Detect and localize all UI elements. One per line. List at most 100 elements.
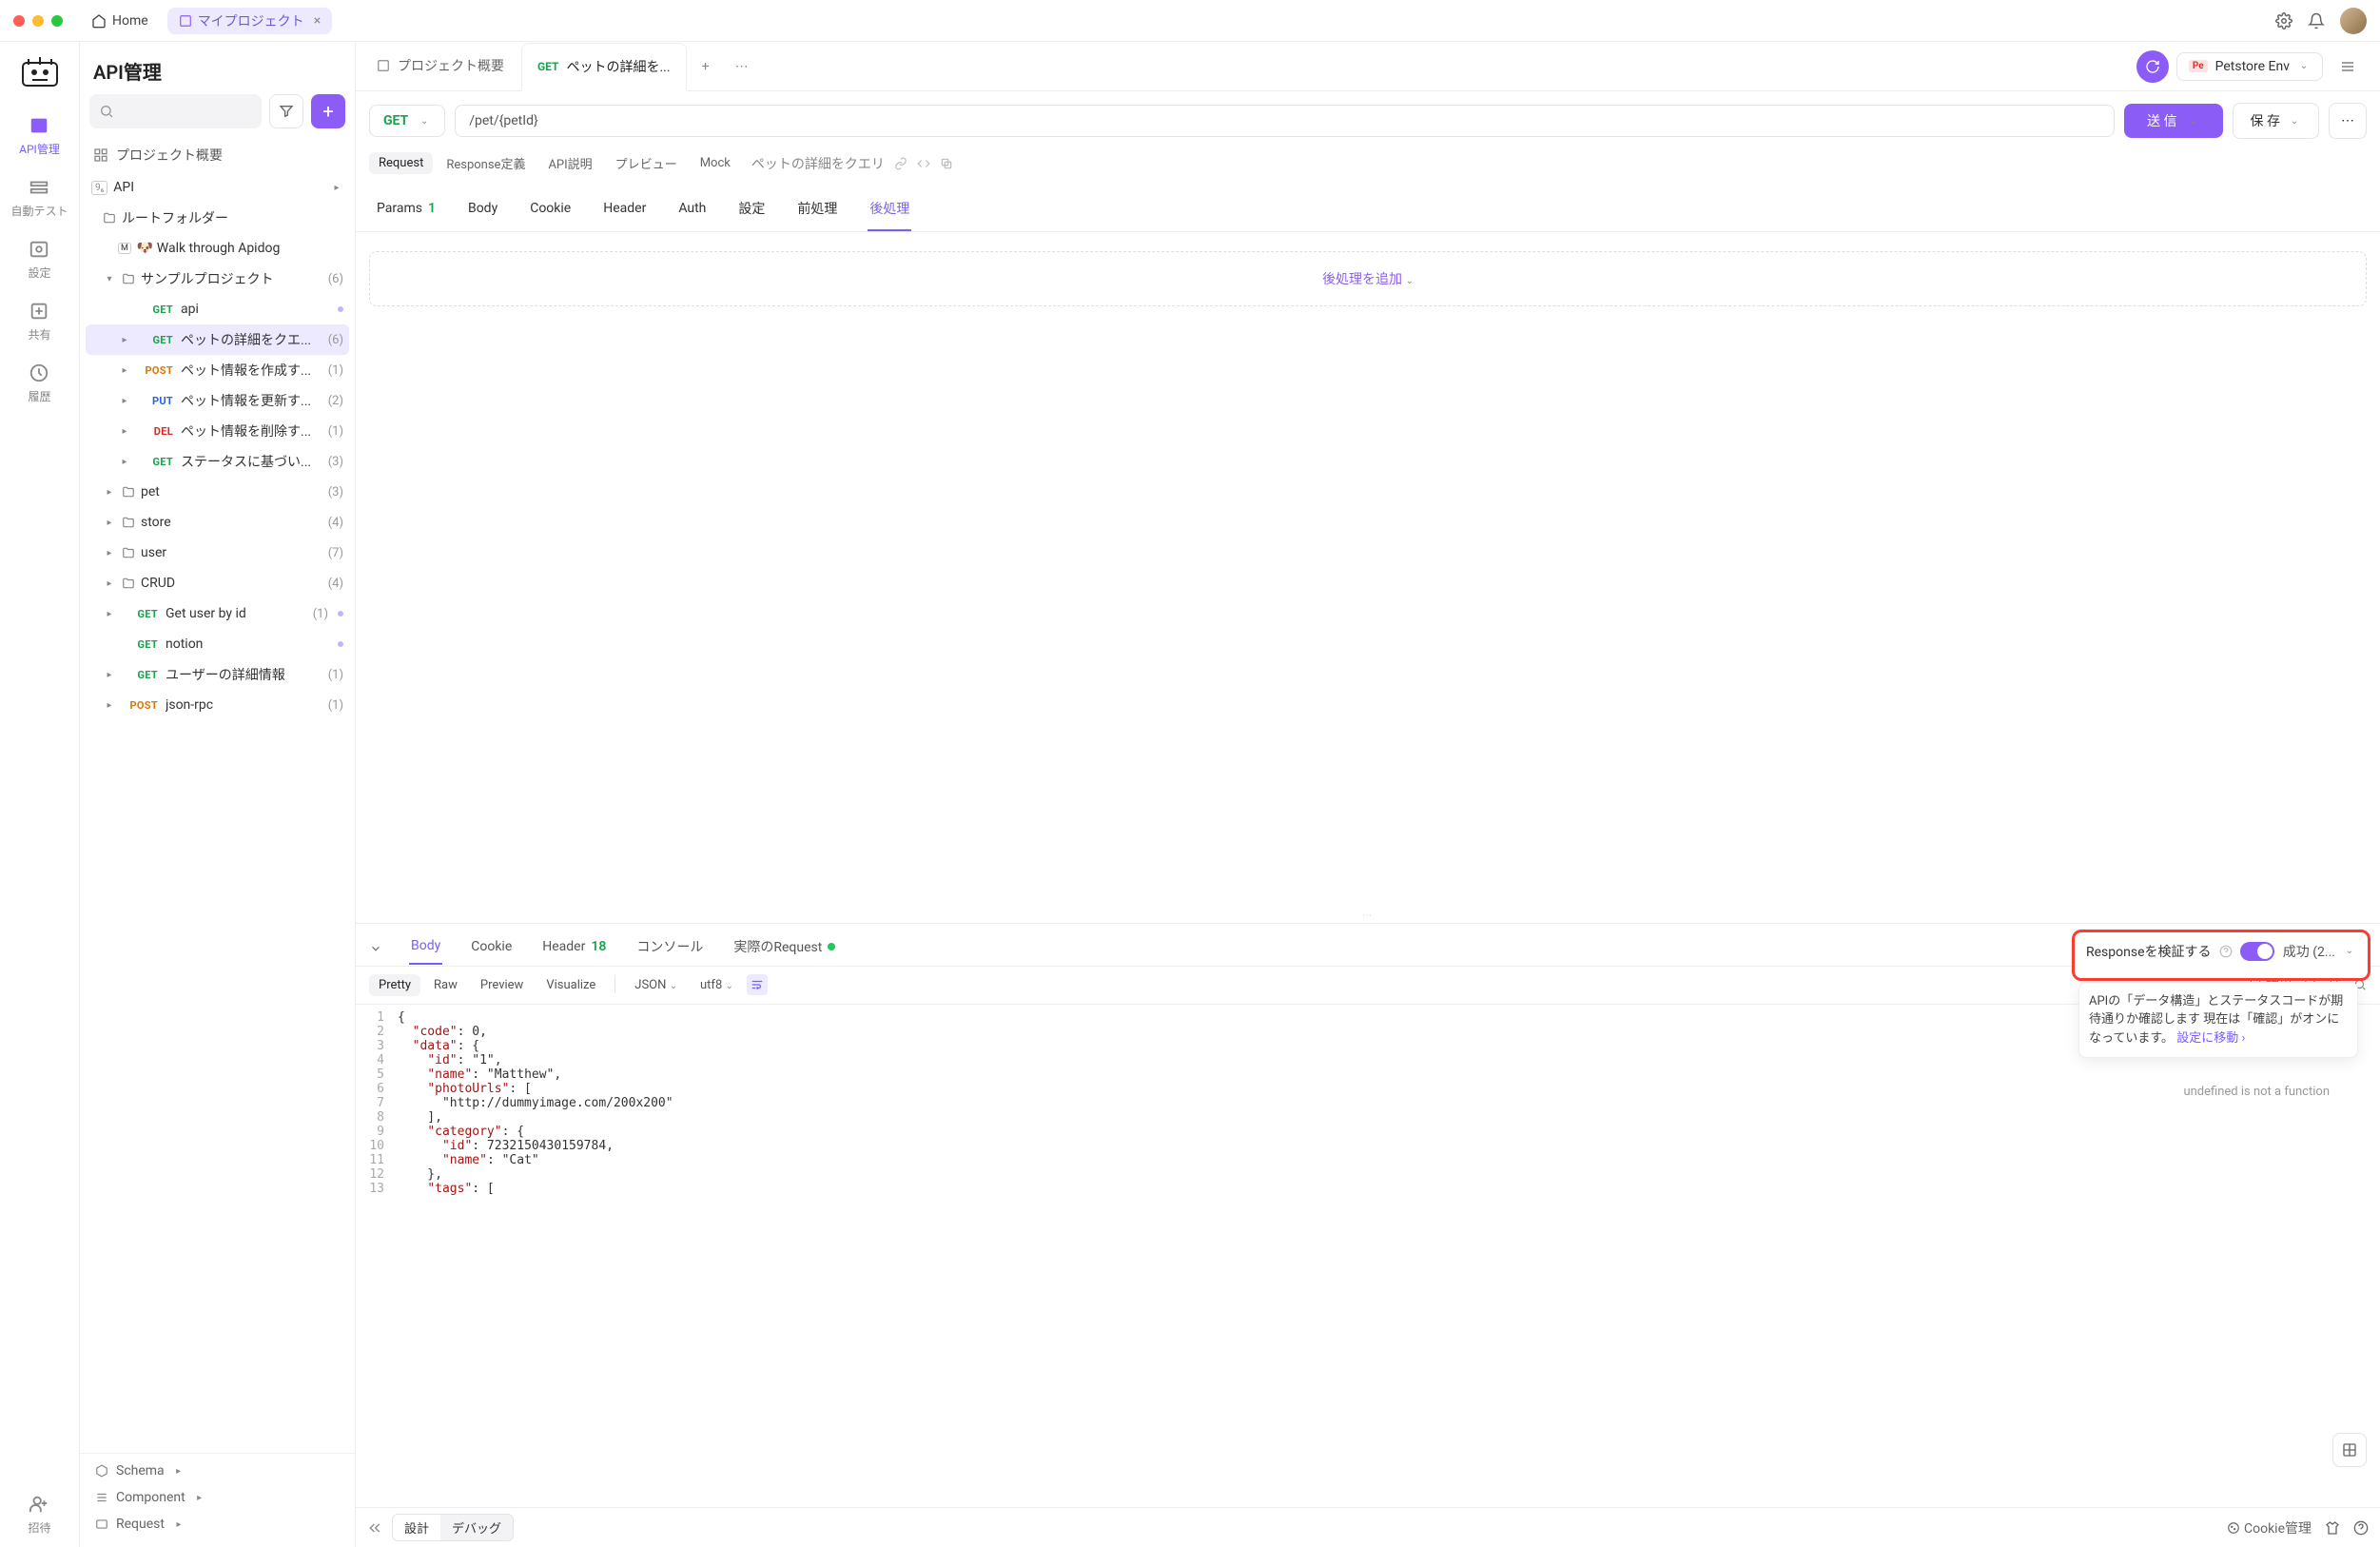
goto-settings-link[interactable]: 設定に移動 ›	[2176, 1031, 2245, 1046]
tree-folder[interactable]: ▸store(4)	[86, 507, 349, 538]
reqtab-auth[interactable]: Auth	[676, 193, 708, 231]
cookie-manage-link[interactable]: Cookie管理	[2227, 1518, 2312, 1537]
reqtab-cookie[interactable]: Cookie	[528, 193, 573, 231]
api-endpoint-item[interactable]: ▸GETステータスに基づい...(3)	[86, 446, 349, 477]
subtab-api-desc[interactable]: API説明	[538, 150, 601, 176]
reqtab-header[interactable]: Header	[601, 193, 648, 231]
chevron-right-icon[interactable]: ▸	[103, 548, 116, 558]
reqtab-params[interactable]: Params1	[375, 193, 438, 231]
api-endpoint-item[interactable]: ▸PUTペット情報を更新す...(2)	[86, 385, 349, 416]
window-controls[interactable]	[13, 15, 63, 27]
project-tab[interactable]: マイプロジェクト ×	[167, 8, 332, 34]
method-select[interactable]: GET ⌄	[369, 105, 445, 137]
close-tab-icon[interactable]: ×	[314, 13, 321, 29]
encoding-utf8[interactable]: utf8 ⌄	[691, 974, 743, 996]
subtab-mock[interactable]: Mock	[691, 152, 740, 174]
api-endpoint-item[interactable]: ▸DELペット情報を削除す...(1)	[86, 416, 349, 446]
add-tab-button[interactable]: +	[689, 49, 723, 84]
environment-select[interactable]: Pe Petstore Env ⌄	[2176, 52, 2323, 81]
chevron-right-icon[interactable]: ▸	[103, 609, 116, 619]
help-footer-icon[interactable]	[2353, 1520, 2369, 1536]
chevron-right-icon[interactable]: ▸	[103, 487, 116, 498]
filter-button[interactable]	[269, 94, 303, 128]
tree-folder[interactable]: ▸pet(3)	[86, 477, 349, 507]
component-link[interactable]: Component ▸	[86, 1484, 349, 1511]
validate-status[interactable]: 成功 (2...	[2283, 942, 2335, 961]
env-menu-button[interactable]	[2331, 49, 2365, 84]
request-link[interactable]: Request ▸	[86, 1511, 349, 1537]
project-overview-link[interactable]: プロジェクト概要	[80, 138, 355, 172]
help-icon[interactable]	[2219, 945, 2233, 958]
reqtab-body[interactable]: Body	[466, 193, 499, 231]
response-body-code[interactable]: 1{2 "code": 0,3 "data": {4 "id": "1",5 "…	[356, 1005, 2380, 1508]
validate-toggle[interactable]	[2240, 942, 2274, 961]
copy-icon[interactable]	[940, 157, 953, 170]
api-endpoint-item[interactable]: ▸GETユーザーの詳細情報(1)	[86, 659, 349, 690]
code-icon[interactable]	[917, 157, 930, 170]
subtab-preview[interactable]: プレビュー	[606, 150, 687, 176]
chevron-right-icon[interactable]: ▸	[118, 396, 131, 406]
rail-share[interactable]: 共有	[28, 300, 50, 343]
chevron-down-icon[interactable]: ▾	[103, 274, 116, 284]
chevron-right-icon[interactable]: ▸	[118, 426, 131, 437]
rail-history[interactable]: 履歴	[28, 362, 50, 404]
api-endpoint-item[interactable]: GETnotion	[86, 629, 349, 659]
view-raw[interactable]: Raw	[424, 974, 467, 996]
home-button[interactable]: Home	[82, 10, 158, 32]
resptab-cookie[interactable]: Cookie	[469, 933, 514, 964]
mode-segment[interactable]: 設計 デバッグ	[392, 1514, 514, 1541]
shirt-icon[interactable]	[2325, 1520, 2340, 1536]
rail-autotest[interactable]: 自動テスト	[10, 176, 68, 219]
more-button[interactable]: ⋯	[2329, 103, 2367, 139]
resptab-header[interactable]: Header 18	[540, 933, 608, 964]
collapse-footer-icon[interactable]	[367, 1520, 382, 1536]
resptab-body[interactable]: Body	[409, 932, 442, 965]
api-endpoint-item[interactable]: ▸GETGet user by id(1)	[86, 598, 349, 629]
minimize-window-icon[interactable]	[32, 15, 44, 27]
resptab-actual[interactable]: 実際のRequest	[732, 931, 837, 966]
chevron-right-icon[interactable]: ▸	[118, 335, 131, 345]
tree-folder[interactable]: ▸user(7)	[86, 538, 349, 568]
url-input[interactable]: /pet/{petId}	[455, 105, 2115, 137]
api-endpoint-item[interactable]: ▸POSTペット情報を作成す...(1)	[86, 355, 349, 385]
save-button[interactable]: 保 存 ⌄	[2233, 103, 2319, 139]
tab-overview[interactable]: プロジェクト概要	[361, 42, 519, 90]
sample-project-folder[interactable]: ▾ サンプルプロジェクト (6)	[86, 264, 349, 294]
close-window-icon[interactable]	[13, 15, 25, 27]
reqtab-post[interactable]: 後処理	[868, 193, 911, 231]
rail-settings[interactable]: 設定	[28, 238, 50, 281]
resptab-console[interactable]: コンソール	[634, 931, 705, 966]
chevron-right-icon[interactable]: ▸	[103, 670, 116, 680]
view-preview[interactable]: Preview	[471, 974, 533, 996]
view-visualize[interactable]: Visualize	[536, 974, 605, 996]
mode-design[interactable]: 設計	[393, 1515, 440, 1540]
api-endpoint-item[interactable]: ▸POSTjson-rpc(1)	[86, 690, 349, 720]
tab-more-button[interactable]: ⋯	[725, 49, 759, 84]
maximize-window-icon[interactable]	[51, 15, 63, 27]
tab-active-endpoint[interactable]: GET ペットの詳細を...	[521, 43, 687, 91]
api-endpoint-item[interactable]: ▸GETペットの詳細をクエ...(6)	[86, 324, 349, 355]
subtab-response-def[interactable]: Response定義	[437, 150, 535, 176]
root-folder[interactable]: ルートフォルダー	[86, 203, 349, 233]
user-avatar[interactable]	[2340, 8, 2367, 34]
search-input[interactable]	[89, 94, 262, 128]
rail-invite[interactable]: 招待	[28, 1493, 50, 1536]
send-button[interactable]: 送 信 ⌄	[2124, 104, 2222, 138]
link-icon[interactable]	[894, 157, 907, 170]
wrap-toggle[interactable]	[747, 974, 768, 995]
settings-gear-icon[interactable]	[2275, 12, 2292, 29]
format-json[interactable]: JSON ⌄	[625, 974, 687, 996]
bell-icon[interactable]	[2308, 12, 2325, 29]
reqtab-pre[interactable]: 前処理	[795, 193, 839, 231]
collapse-icon[interactable]	[369, 942, 382, 955]
chevron-right-icon[interactable]: ▸	[103, 578, 116, 589]
run-button[interactable]	[2136, 50, 2169, 83]
chevron-right-icon[interactable]: ▸	[103, 700, 116, 711]
panel-resize-handle[interactable]: ⋯	[356, 910, 2380, 923]
reqtab-settings[interactable]: 設定	[736, 193, 767, 231]
add-button[interactable]: +	[311, 94, 345, 128]
chevron-right-icon[interactable]: ▸	[118, 457, 131, 467]
tree-folder[interactable]: ▸CRUD(4)	[86, 568, 349, 598]
view-pretty[interactable]: Pretty	[369, 974, 420, 996]
walkthrough-item[interactable]: M 🐶 Walk through Apidog	[86, 233, 349, 264]
